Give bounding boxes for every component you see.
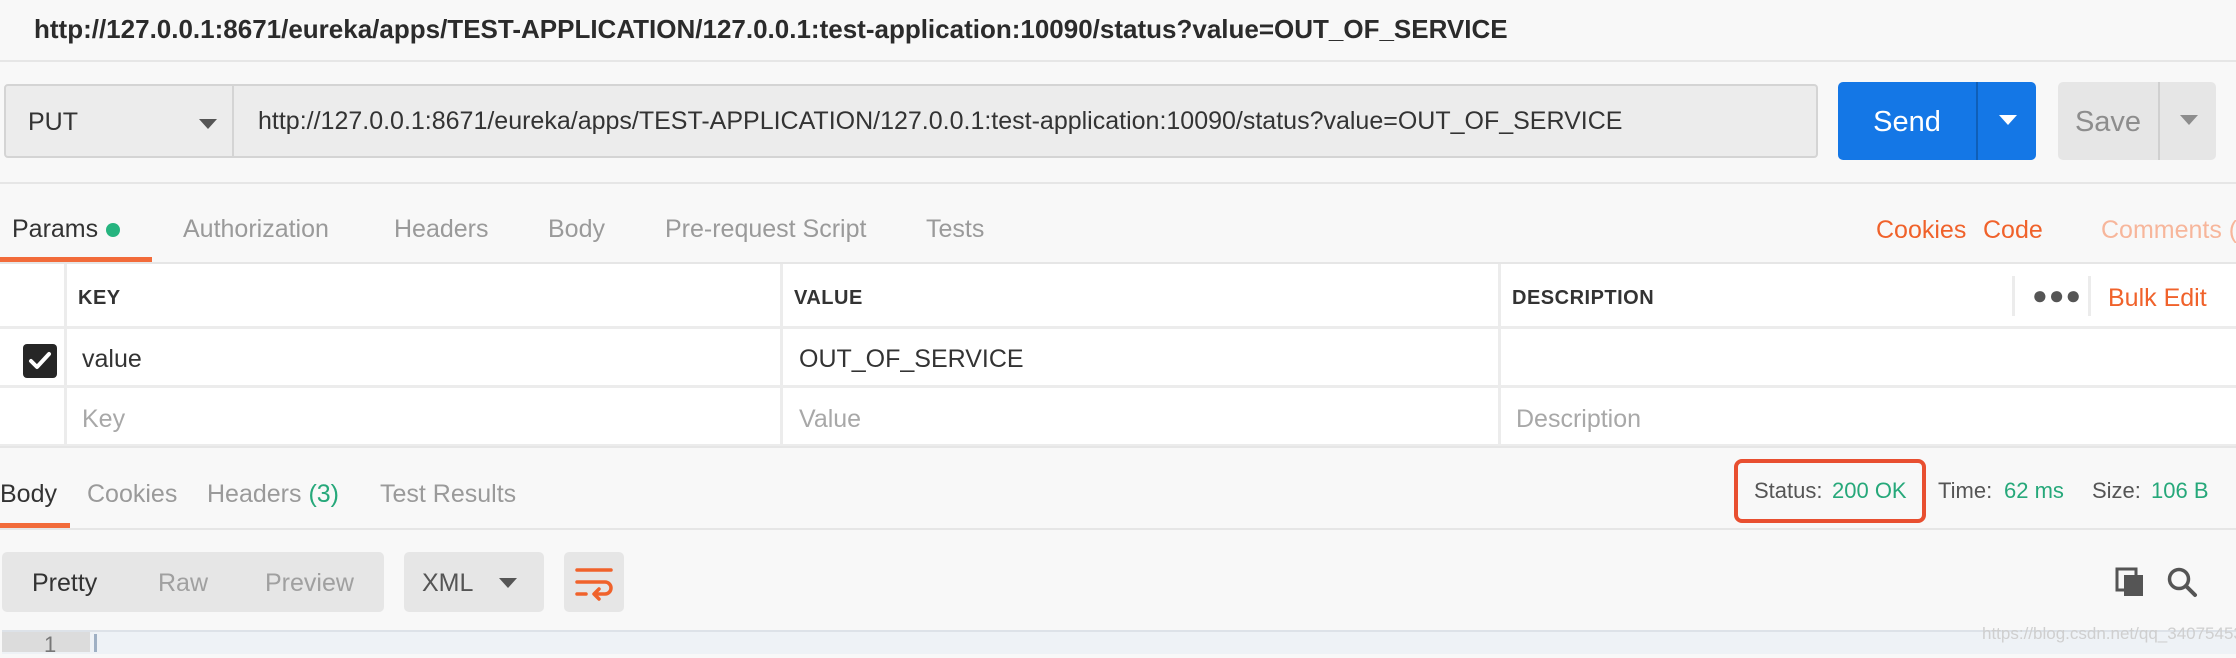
search-icon[interactable] <box>2166 566 2198 598</box>
headers-count-badge: (3) <box>308 480 340 508</box>
wrap-lines-icon <box>575 568 613 601</box>
status-value: 200 OK <box>1832 478 1907 503</box>
active-tab-underline <box>0 523 70 528</box>
params-active-dot <box>106 223 120 237</box>
code-link[interactable]: Code <box>1983 216 2043 245</box>
description-placeholder[interactable]: Description <box>1516 405 1641 434</box>
copy-icon[interactable] <box>2114 566 2146 598</box>
save-options-button[interactable] <box>2158 82 2216 160</box>
request-title: http://127.0.0.1:8671/eureka/apps/TEST-A… <box>34 14 1508 44</box>
wrap-lines-button[interactable] <box>564 552 624 612</box>
send-button[interactable]: Send <box>1838 82 1976 160</box>
tab-params[interactable]: Params <box>12 215 98 244</box>
column-header-value: VALUE <box>794 287 863 309</box>
params-table <box>0 262 2236 448</box>
chevron-down-icon <box>499 578 517 588</box>
save-label: Save <box>2074 106 2142 138</box>
response-tab-headers[interactable]: Headers (3) <box>207 480 339 509</box>
save-button[interactable]: Save <box>2058 82 2158 160</box>
line-number: 1 <box>44 632 57 657</box>
param-value-cell[interactable]: OUT_OF_SERVICE <box>799 345 1024 374</box>
header-divider <box>2088 276 2091 316</box>
editor-cursor <box>94 634 97 652</box>
column-header-key: KEY <box>78 287 121 309</box>
tab-body[interactable]: Body <box>548 215 605 244</box>
more-icon[interactable]: ●●● <box>2032 280 2082 311</box>
bulk-edit-link[interactable]: Bulk Edit <box>2108 284 2207 313</box>
size-value: 106 B <box>2151 478 2209 503</box>
response-tab-cookies[interactable]: Cookies <box>87 480 177 509</box>
column-divider <box>1498 264 1501 446</box>
language-label: XML <box>422 569 474 597</box>
value-placeholder[interactable]: Value <box>799 405 861 434</box>
size-label: Size: <box>2092 478 2141 503</box>
checkbox-checked-icon[interactable] <box>23 344 57 378</box>
column-header-description: DESCRIPTION <box>1512 287 1655 309</box>
key-placeholder[interactable]: Key <box>82 405 125 434</box>
send-options-button[interactable] <box>1976 82 2036 160</box>
url-text: http://127.0.0.1:8671/eureka/apps/TEST-A… <box>258 107 1623 135</box>
tab-pre-request-script[interactable]: Pre-request Script <box>665 215 866 244</box>
caret-down-icon <box>2180 115 2198 125</box>
method-label: PUT <box>28 108 78 136</box>
time-value: 62 ms <box>2004 478 2064 503</box>
format-pretty[interactable]: Pretty <box>32 569 97 598</box>
format-preview[interactable]: Preview <box>265 569 354 598</box>
status-label: Status: <box>1754 478 1823 503</box>
method-select[interactable]: PUT <box>4 84 234 158</box>
response-tab-body[interactable]: Body <box>0 480 57 509</box>
response-body-editor[interactable] <box>2 630 2236 654</box>
param-key-cell[interactable]: value <box>82 345 142 374</box>
response-tab-test-results[interactable]: Test Results <box>380 480 516 509</box>
column-divider <box>64 264 67 446</box>
column-divider <box>780 264 783 446</box>
caret-down-icon <box>1999 115 2017 125</box>
header-divider <box>2012 276 2015 316</box>
url-input[interactable]: http://127.0.0.1:8671/eureka/apps/TEST-A… <box>234 84 1818 158</box>
tab-tests[interactable]: Tests <box>926 215 984 244</box>
cookies-link[interactable]: Cookies <box>1876 216 1966 245</box>
chevron-down-icon <box>199 119 217 129</box>
response-tab-headers-label: Headers <box>207 480 302 508</box>
format-raw[interactable]: Raw <box>158 569 208 598</box>
comments-link[interactable]: Comments (0) <box>2101 216 2236 245</box>
send-label: Send <box>1873 106 1941 138</box>
tab-authorization[interactable]: Authorization <box>183 215 329 244</box>
tab-headers[interactable]: Headers <box>394 215 489 244</box>
language-select[interactable]: XML <box>404 552 544 612</box>
table-divider <box>0 326 2236 329</box>
time-label: Time: <box>1938 478 1993 503</box>
watermark: https://blog.csdn.net/qq_34075453 <box>1982 624 2236 643</box>
table-divider <box>0 385 2236 388</box>
